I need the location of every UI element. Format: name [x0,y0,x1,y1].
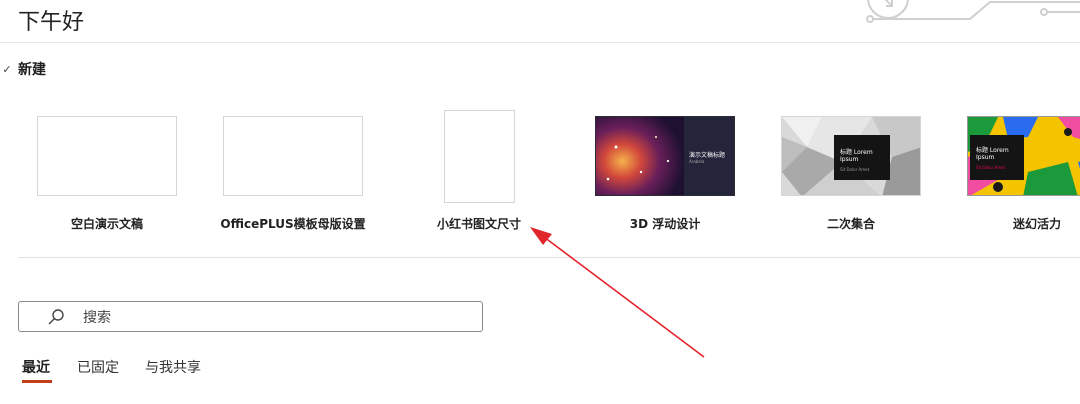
search-icon [48,309,64,325]
search-input[interactable] [81,306,465,329]
tab-shared-with-me[interactable]: 与我共享 [145,357,201,377]
annotation-arrow [530,227,705,358]
tab-pinned[interactable]: 已固定 [77,357,119,377]
search-box[interactable] [18,301,483,332]
tab-recent[interactable]: 最近 [22,357,50,377]
active-tab-indicator [22,380,52,383]
